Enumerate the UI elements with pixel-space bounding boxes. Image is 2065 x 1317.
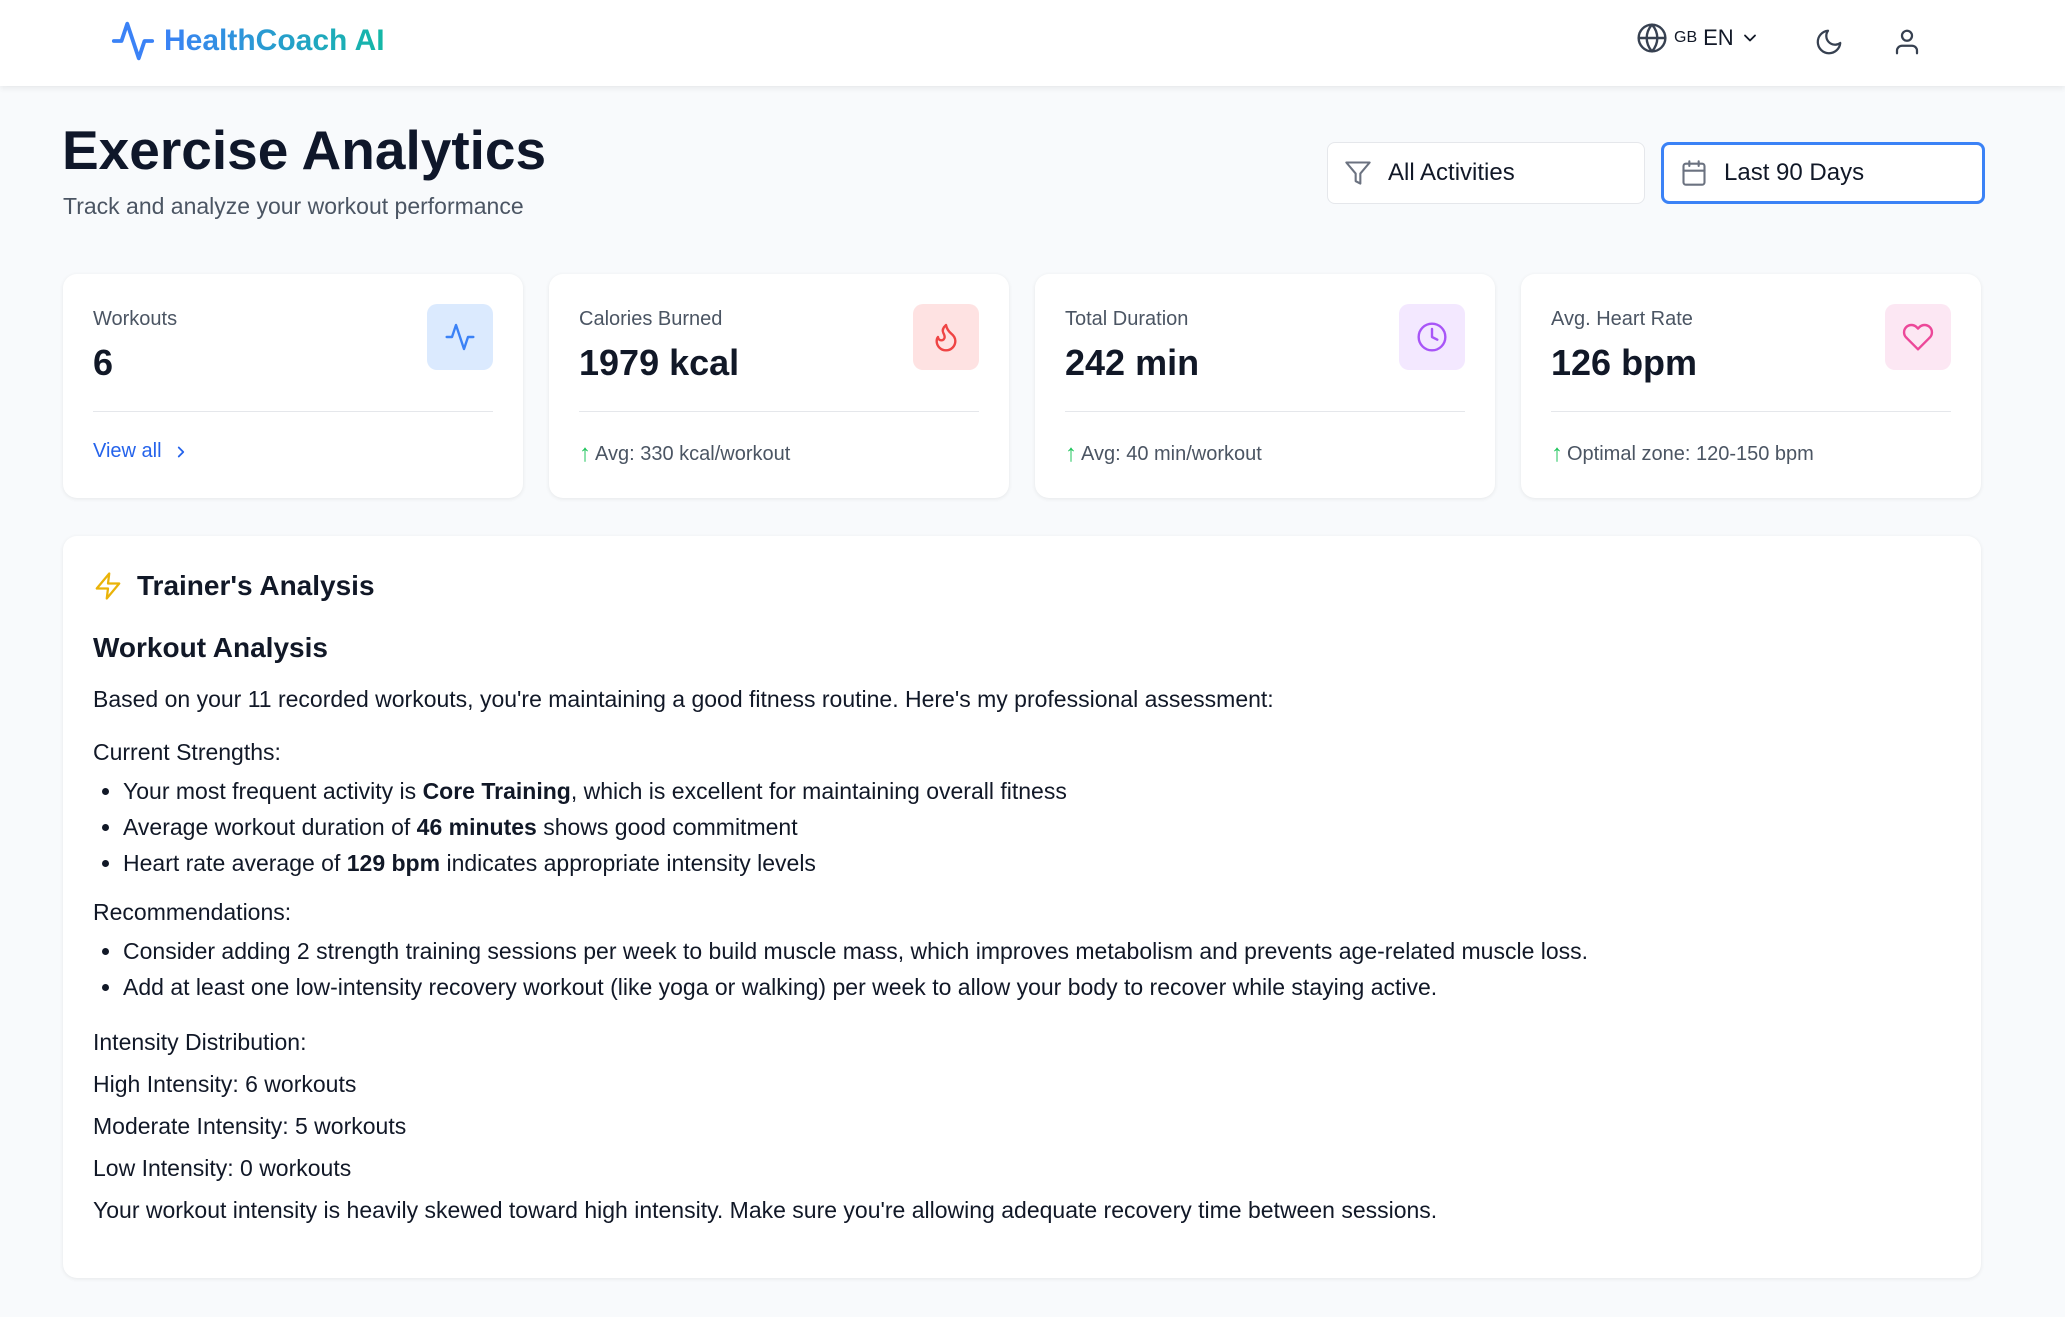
language-selector[interactable]: GB EN: [1636, 22, 1760, 54]
user-icon: [1895, 29, 1919, 55]
stat-icon-badge: [1885, 304, 1951, 370]
globe-icon: [1637, 23, 1667, 53]
clock-icon: [1417, 322, 1447, 352]
date-range-value: Last 90 Days: [1724, 159, 1865, 186]
list-item: Heart rate average of 129 bpm indicates …: [123, 845, 1951, 881]
stat-value: 126 bpm: [1551, 342, 1698, 383]
stat-value: 242 min: [1065, 342, 1200, 383]
view-all-label: View all: [93, 440, 162, 462]
stat-footer: ↑ Avg: 330 kcal/workout: [579, 440, 790, 468]
stat-card-duration: Total Duration 242 min ↑ Avg: 40 min/wor…: [1035, 274, 1495, 498]
list-item: Add at least one low-intensity recovery …: [123, 969, 1951, 1005]
list-item: Average workout duration of 46 minutes s…: [123, 809, 1951, 845]
activity-icon: [445, 323, 475, 351]
analysis-conclusion: Your workout intensity is heavily skewed…: [93, 1197, 1438, 1223]
stat-footer-text: Avg: 40 min/workout: [1081, 442, 1262, 465]
moon-icon: [1816, 29, 1842, 55]
stat-label: Workouts: [93, 308, 178, 330]
strengths-list: Your most frequent activity is Core Trai…: [93, 773, 1951, 881]
stat-label: Avg. Heart Rate: [1551, 308, 1693, 330]
stat-label: Total Duration: [1065, 308, 1189, 330]
stat-label: Calories Burned: [579, 308, 723, 330]
card-divider: [1065, 411, 1465, 412]
recommendations-heading: Recommendations:: [93, 899, 292, 925]
heart-icon: [1902, 323, 1934, 351]
stat-footer: ↑ Optimal zone: 120-150 bpm: [1551, 440, 1814, 468]
intensity-high: High Intensity: 6 workouts: [93, 1071, 357, 1097]
list-item: Your most frequent activity is Core Trai…: [123, 773, 1951, 809]
stat-card-workouts: Workouts 6 View all: [63, 274, 523, 498]
page-title: Exercise Analytics: [62, 119, 547, 181]
calendar-icon: [1682, 160, 1706, 186]
intensity-heading: Intensity Distribution:: [93, 1029, 307, 1055]
card-divider: [579, 411, 979, 412]
user-profile-button[interactable]: [1887, 22, 1927, 62]
analysis-header: Trainer's Analysis: [93, 570, 375, 602]
stat-card-heart-rate: Avg. Heart Rate 126 bpm ↑ Optimal zone: …: [1521, 274, 1981, 498]
language-code: EN: [1703, 25, 1734, 50]
lightning-icon: [95, 572, 121, 600]
card-divider: [93, 411, 493, 412]
trend-up-icon: ↑: [579, 440, 591, 467]
date-range-filter[interactable]: Last 90 Days: [1661, 142, 1985, 204]
analysis-heading: Trainer's Analysis: [137, 570, 375, 601]
stat-value: 1979 kcal: [579, 342, 740, 383]
activity-filter-value: All Activities: [1388, 159, 1515, 186]
page-subtitle: Track and analyze your workout performan…: [63, 193, 524, 219]
stat-icon-badge: [427, 304, 493, 370]
intensity-moderate: Moderate Intensity: 5 workouts: [93, 1113, 407, 1139]
view-all-link[interactable]: View all: [93, 440, 190, 463]
stat-icon-badge: [913, 304, 979, 370]
top-navbar: HealthCoach AI GB EN: [0, 0, 2065, 86]
intensity-low: Low Intensity: 0 workouts: [93, 1155, 352, 1181]
card-divider: [1551, 411, 1951, 412]
trend-up-icon: ↑: [1065, 440, 1077, 467]
analysis-title: Workout Analysis: [93, 632, 328, 663]
strengths-heading: Current Strengths:: [93, 739, 281, 765]
chevron-down-icon: [1743, 34, 1756, 42]
analysis-body: Workout Analysis Based on your 11 record…: [93, 632, 1951, 1225]
language-flag: GB: [1674, 29, 1698, 46]
stat-card-calories: Calories Burned 1979 kcal ↑ Avg: 330 kca…: [549, 274, 1009, 498]
stat-footer: ↑ Avg: 40 min/workout: [1065, 440, 1262, 468]
chevron-right-icon: [177, 446, 184, 457]
analysis-intro: Based on your 11 recorded workouts, you'…: [93, 686, 1274, 712]
list-item: Consider adding 2 strength training sess…: [123, 933, 1951, 969]
stat-value: 6: [93, 342, 114, 383]
stat-footer-text: Optimal zone: 120-150 bpm: [1567, 442, 1814, 465]
brand-name: HealthCoach AI: [164, 24, 385, 57]
trainer-analysis-panel: Trainer's Analysis Workout Analysis Base…: [63, 536, 1981, 1278]
trend-up-icon: ↑: [1551, 440, 1563, 467]
pulse-logo-icon: [111, 21, 155, 61]
activity-filter[interactable]: All Activities: [1327, 142, 1645, 204]
flame-icon: [935, 323, 957, 352]
stat-icon-badge: [1399, 304, 1465, 370]
filter-icon: [1345, 161, 1371, 185]
brand-logo[interactable]: HealthCoach AI: [110, 18, 385, 64]
stat-footer-text: Avg: 330 kcal/workout: [595, 442, 791, 465]
dark-mode-toggle[interactable]: [1809, 22, 1849, 62]
recommendations-list: Consider adding 2 strength training sess…: [93, 933, 1951, 1005]
